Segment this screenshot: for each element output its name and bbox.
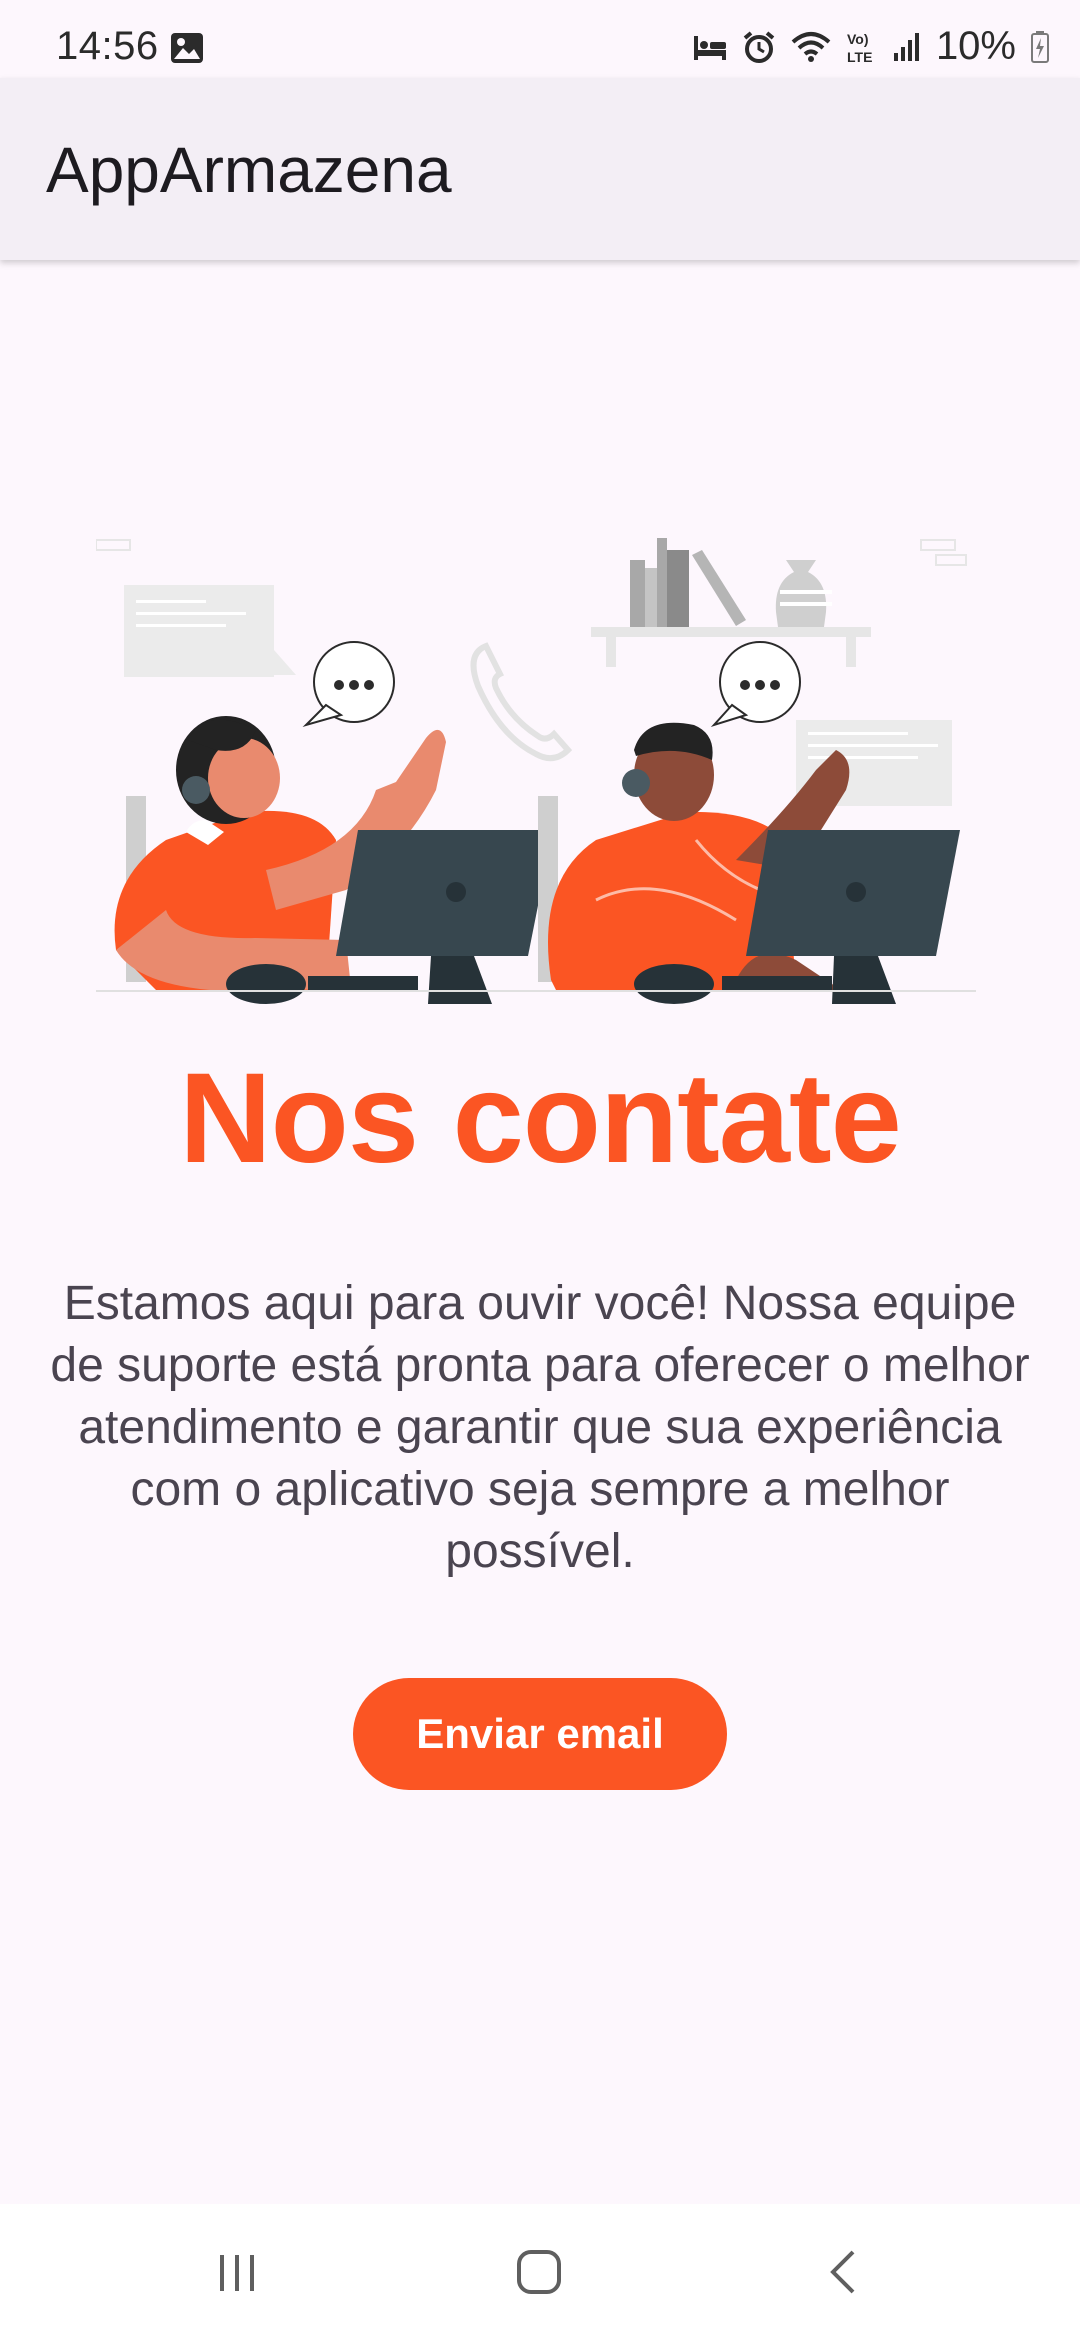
app-bar: AppArmazena xyxy=(0,78,1080,260)
customer-support-illustration xyxy=(96,538,976,1004)
recent-apps-icon xyxy=(220,2255,254,2291)
alarm-icon xyxy=(743,30,775,63)
page-description: Estamos aqui para ouvir você! Nossa equi… xyxy=(50,1277,1030,1578)
svg-text:Vo): Vo) xyxy=(847,31,869,47)
image-icon xyxy=(171,33,203,63)
home-icon xyxy=(517,2250,561,2294)
back-icon xyxy=(830,2250,855,2294)
signal-icon xyxy=(893,32,919,61)
send-email-button[interactable]: Enviar email xyxy=(353,1678,727,1790)
status-time: 14:56 xyxy=(56,24,159,68)
recent-apps-button[interactable] xyxy=(192,2242,282,2302)
page-heading: Nos contate xyxy=(179,1047,902,1190)
status-bar: 14:56 Vo) LTE 10% xyxy=(0,0,1080,78)
wifi-icon xyxy=(791,31,831,62)
volte-icon: Vo) LTE xyxy=(847,31,872,65)
status-icons: Vo) LTE 10% xyxy=(692,24,1050,69)
bed-icon xyxy=(693,35,726,60)
home-button[interactable] xyxy=(494,2242,584,2302)
battery-percentage: 10% xyxy=(935,24,1016,68)
svg-text:LTE: LTE xyxy=(847,49,872,65)
navigation-bar xyxy=(0,2204,1080,2340)
back-button[interactable] xyxy=(798,2242,888,2302)
app-title: AppArmazena xyxy=(46,134,452,206)
battery-icon xyxy=(1031,30,1049,63)
